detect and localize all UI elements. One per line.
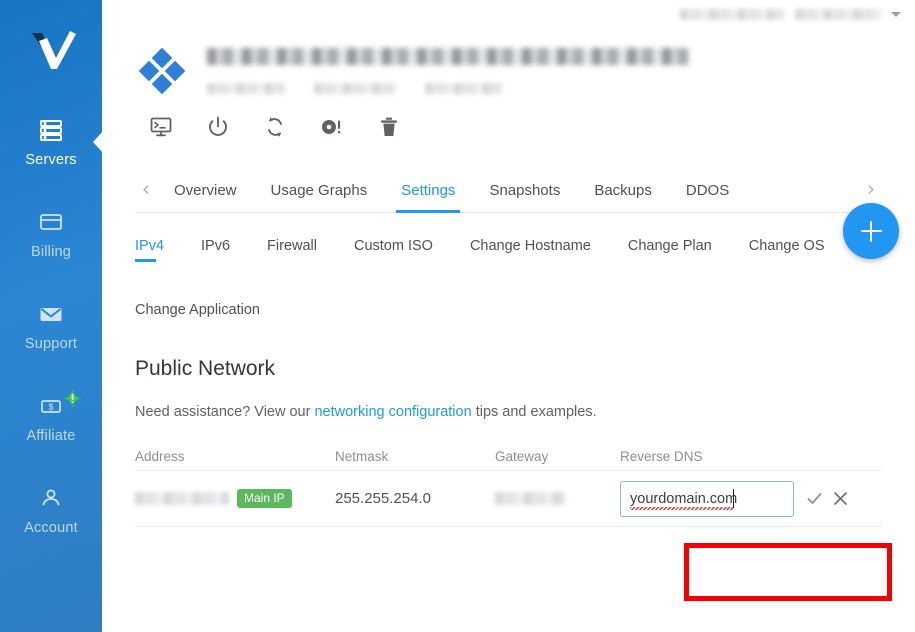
subtab-ipv6[interactable]: IPv6 (201, 238, 230, 262)
dollar-bill-icon: $ (37, 389, 82, 420)
subtab-custom-iso[interactable]: Custom ISO (354, 238, 433, 262)
server-meta-item (207, 83, 285, 94)
main-content: ‹ Overview Usage Graphs Settings Snapsho… (102, 0, 915, 632)
row-action-group (806, 490, 849, 507)
close-icon[interactable] (832, 490, 849, 507)
server-meta-row (207, 83, 689, 94)
sidebar-item-label: Support (24, 336, 78, 352)
subtab-change-os[interactable]: Change OS (749, 238, 825, 262)
assistance-suffix: tips and examples. (471, 404, 597, 420)
vultr-server-settings-page: Servers Billing Support $ Affiliate Acco… (0, 0, 915, 632)
vultr-logo-icon (32, 31, 76, 69)
server-header (102, 28, 915, 98)
text-cursor (733, 488, 734, 508)
iso-button[interactable] (319, 114, 345, 140)
chevron-down-icon[interactable] (891, 11, 901, 17)
sidebar-item-affiliate[interactable]: $ Affiliate (0, 372, 102, 464)
settings-subtab-bar: IPv4 IPv6 Firewall Custom ISO Change Hos… (135, 238, 882, 326)
sidebar-item-label: Account (24, 520, 78, 536)
cell-gateway (495, 492, 620, 505)
tab-ddos[interactable]: DDOS (669, 182, 746, 212)
active-pointer-icon (93, 131, 102, 153)
subtab-firewall[interactable]: Firewall (267, 238, 317, 262)
tab-overview[interactable]: Overview (157, 182, 254, 212)
tab-settings[interactable]: Settings (384, 182, 472, 213)
person-icon (37, 484, 65, 512)
console-button[interactable] (148, 114, 174, 140)
networking-configuration-link[interactable]: networking configuration (314, 404, 471, 420)
cell-address: Main IP (135, 489, 335, 508)
status-badge: Main IP (237, 489, 292, 508)
account-email-redacted (795, 8, 882, 20)
check-icon[interactable] (806, 490, 823, 507)
column-header-address: Address (135, 448, 185, 464)
assistance-prefix: Need assistance? View our (135, 404, 315, 420)
column-header-gateway: Gateway (495, 448, 549, 464)
account-name-redacted (680, 8, 784, 20)
gateway-redacted (495, 492, 565, 505)
subtab-change-plan[interactable]: Change Plan (628, 238, 712, 262)
trash-icon (381, 117, 397, 136)
account-topbar (102, 0, 915, 28)
svg-text:$: $ (48, 402, 53, 412)
ip-address-redacted (135, 492, 229, 505)
tabs-prev-arrow-icon[interactable]: ‹ (135, 166, 157, 212)
power-icon (209, 116, 227, 136)
server-name-redacted (207, 48, 689, 65)
add-button[interactable] (843, 203, 899, 259)
envelope-icon (37, 300, 65, 328)
destroy-button[interactable] (376, 114, 402, 140)
disc-alert-icon (322, 120, 341, 134)
cell-netmask: 255.255.254.0 (335, 490, 431, 507)
sidebar-item-label: Billing (30, 244, 72, 260)
credit-card-icon (37, 208, 65, 236)
tab-usage-graphs[interactable]: Usage Graphs (254, 182, 385, 212)
server-diamond-logo (135, 44, 189, 98)
affiliate-alert-badge-icon (63, 389, 82, 408)
sidebar-item-servers[interactable]: Servers (0, 96, 102, 188)
assistance-text: Need assistance? View our networking con… (135, 404, 882, 420)
column-header-reverse-dns: Reverse DNS (620, 448, 703, 464)
column-header-netmask: Netmask (335, 448, 389, 464)
sidebar-item-label: Servers (25, 152, 77, 168)
primary-tab-bar: ‹ Overview Usage Graphs Settings Snapsho… (135, 166, 882, 213)
sidebar-item-support[interactable]: Support (0, 280, 102, 372)
power-button[interactable] (205, 114, 231, 140)
sidebar-item-label: Affiliate (26, 428, 76, 444)
reverse-dns-input[interactable] (620, 480, 794, 517)
main-sidebar: Servers Billing Support $ Affiliate Acco… (0, 0, 102, 632)
server-action-toolbar (102, 114, 915, 140)
table-row: Main IP 255.255.254.0 (135, 471, 882, 527)
sidebar-item-billing[interactable]: Billing (0, 188, 102, 280)
page-title: Public Network (135, 357, 276, 380)
subtab-change-application[interactable]: Change Application (135, 302, 260, 326)
reverse-dns-input-wrapper (620, 480, 794, 517)
tab-snapshots[interactable]: Snapshots (472, 182, 577, 212)
public-network-table: Address Netmask Gateway Reverse DNS Main… (135, 442, 882, 527)
vultr-checkmark-logo[interactable] (0, 0, 102, 96)
table-header-row: Address Netmask Gateway Reverse DNS (135, 442, 882, 471)
server-stack-icon (37, 116, 65, 144)
restart-arrows-icon (268, 117, 282, 137)
server-meta-item (314, 83, 396, 94)
cell-reverse-dns (620, 480, 882, 517)
subtab-ipv4[interactable]: IPv4 (135, 238, 164, 262)
annotation-highlight-box (684, 543, 892, 601)
server-meta-item (425, 83, 502, 94)
tab-backups[interactable]: Backups (577, 182, 669, 212)
subtab-change-hostname[interactable]: Change Hostname (470, 238, 591, 262)
console-monitor-icon (150, 117, 172, 137)
restart-button[interactable] (262, 114, 288, 140)
sidebar-item-account[interactable]: Account (0, 464, 102, 556)
